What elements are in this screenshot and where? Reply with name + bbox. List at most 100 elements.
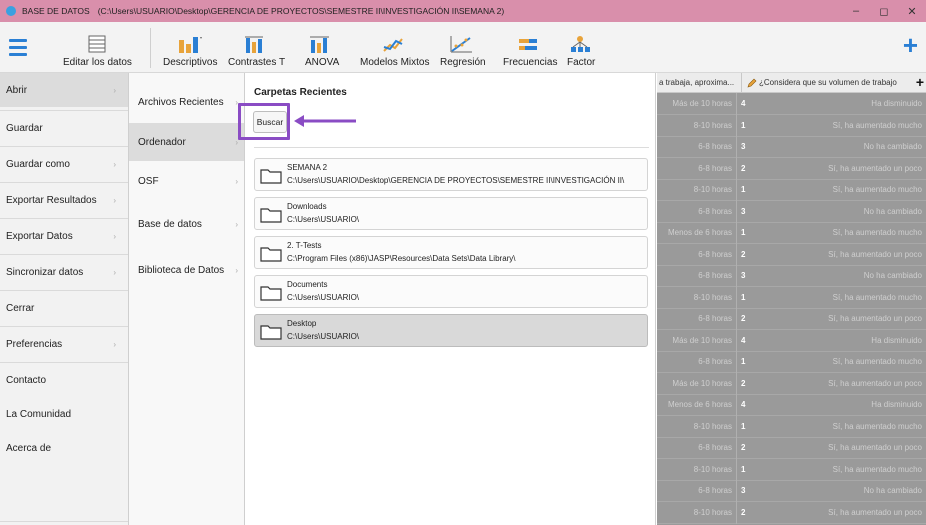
table-row[interactable]: 6-8 horas 2 Sí, ha aumentado un poco: [657, 308, 926, 330]
table-cell[interactable]: 8-10 horas: [657, 415, 737, 438]
table-cell[interactable]: No ha cambiado: [752, 201, 922, 223]
table-cell[interactable]: 6-8 horas: [657, 437, 737, 459]
column-header[interactable]: a trabaja, aproxima...: [657, 73, 742, 93]
edit-data-button[interactable]: Editar los datos: [63, 22, 132, 73]
table-cell[interactable]: 1: [738, 459, 748, 481]
table-cell[interactable]: Más de 10 horas: [657, 329, 737, 352]
table-cell[interactable]: 8-10 horas: [657, 286, 737, 309]
table-cell[interactable]: No ha cambiado: [752, 265, 922, 287]
menu-item-export-results[interactable]: Exportar Resultados ›: [0, 183, 128, 217]
maximize-button[interactable]: ◻: [870, 0, 898, 22]
submenu-item-recent-files[interactable]: Archivos Recientes ›: [129, 83, 244, 121]
frequencies-button[interactable]: Frecuencias: [503, 22, 557, 73]
table-cell[interactable]: 6-8 horas: [657, 308, 737, 330]
table-cell[interactable]: No ha cambiado: [752, 480, 922, 502]
table-cell[interactable]: 2: [738, 244, 748, 266]
table-cell[interactable]: Más de 10 horas: [657, 372, 737, 395]
table-cell[interactable]: Sí, ha aumentado mucho: [752, 222, 922, 244]
table-cell[interactable]: 6-8 horas: [657, 136, 737, 158]
table-cell[interactable]: 6-8 horas: [657, 265, 737, 287]
table-cell[interactable]: Sí, ha aumentado mucho: [752, 459, 922, 481]
table-cell[interactable]: 2: [738, 373, 748, 395]
table-cell[interactable]: 1: [738, 287, 748, 309]
table-cell[interactable]: 2: [738, 502, 748, 524]
descriptives-button[interactable]: Descriptivos: [163, 22, 217, 73]
table-cell[interactable]: Sí, ha aumentado un poco: [752, 244, 922, 266]
menu-item-close[interactable]: Cerrar: [0, 291, 128, 325]
table-cell[interactable]: 6-8 horas: [657, 200, 737, 223]
table-row[interactable]: Menos de 6 horas 1 Sí, ha aumentado mucho: [657, 222, 926, 244]
table-row[interactable]: 6-8 horas 1 Sí, ha aumentado mucho: [657, 351, 926, 373]
menu-item-contact[interactable]: Contacto: [0, 363, 128, 397]
table-cell[interactable]: Sí, ha aumentado mucho: [752, 287, 922, 309]
table-row[interactable]: 8-10 horas 1 Sí, ha aumentado mucho: [657, 114, 926, 137]
table-cell[interactable]: 6-8 horas: [657, 351, 737, 373]
table-cell[interactable]: 2: [738, 437, 748, 459]
recent-folder-item[interactable]: 2. T-Tests C:\Program Files (x86)\JASP\R…: [254, 236, 648, 269]
hamburger-menu-icon[interactable]: [0, 22, 36, 73]
column-header[interactable]: ¿Considera que su volumen de trabajo: [743, 73, 926, 93]
table-cell[interactable]: Sí, ha aumentado mucho: [752, 351, 922, 373]
table-row[interactable]: 6-8 horas 3 No ha cambiado: [657, 480, 926, 502]
submenu-item-data-library[interactable]: Biblioteca de Datos ›: [129, 251, 244, 289]
submenu-item-database[interactable]: Base de datos ›: [129, 205, 244, 243]
table-cell[interactable]: No ha cambiado: [752, 136, 922, 158]
table-cell[interactable]: Sí, ha aumentado un poco: [752, 502, 922, 524]
table-cell[interactable]: 6-8 horas: [657, 480, 737, 502]
menu-item-preferences[interactable]: Preferencias ›: [0, 327, 128, 361]
table-cell[interactable]: 8-10 horas: [657, 114, 737, 137]
table-row[interactable]: 8-10 horas 2 Sí, ha aumentado un poco: [657, 501, 926, 524]
menu-item-save[interactable]: Guardar: [0, 111, 128, 145]
table-cell[interactable]: 1: [738, 351, 748, 373]
menu-item-save-as[interactable]: Guardar como ›: [0, 147, 128, 181]
table-cell[interactable]: 4: [738, 330, 748, 352]
menu-item-export-data[interactable]: Exportar Datos ›: [0, 219, 128, 253]
regression-button[interactable]: Regresión: [440, 22, 486, 73]
table-cell[interactable]: Ha disminuido: [752, 93, 922, 115]
recent-folder-item[interactable]: Desktop C:\Users\USUARIO\: [254, 314, 648, 347]
submenu-item-osf[interactable]: OSF ›: [129, 162, 244, 200]
table-cell[interactable]: 1: [738, 416, 748, 438]
recent-folder-item[interactable]: SEMANA 2 C:\Users\USUARIO\Desktop\GERENC…: [254, 158, 648, 191]
table-cell[interactable]: Ha disminuido: [752, 330, 922, 352]
add-column-icon[interactable]: +: [916, 74, 924, 90]
close-button[interactable]: ✕: [898, 0, 926, 22]
mixed-models-button[interactable]: Modelos Mixtos: [360, 22, 429, 73]
table-cell[interactable]: 2: [738, 158, 748, 180]
menu-item-sync-data[interactable]: Sincronizar datos ›: [0, 255, 128, 289]
table-cell[interactable]: 6-8 horas: [657, 157, 737, 180]
minimize-button[interactable]: –: [842, 0, 870, 22]
recent-folder-item[interactable]: Downloads C:\Users\USUARIO\: [254, 197, 648, 230]
table-cell[interactable]: 3: [738, 136, 748, 158]
table-cell[interactable]: Más de 10 horas: [657, 93, 737, 115]
table-cell[interactable]: Menos de 6 horas: [657, 222, 737, 244]
table-cell[interactable]: 6-8 horas: [657, 243, 737, 266]
anova-button[interactable]: ANOVA: [305, 22, 339, 73]
table-row[interactable]: 6-8 horas 2 Sí, ha aumentado un poco: [657, 157, 926, 180]
table-row[interactable]: 8-10 horas 1 Sí, ha aumentado mucho: [657, 458, 926, 481]
table-cell[interactable]: 3: [738, 201, 748, 223]
menu-item-about[interactable]: Acerca de: [0, 431, 128, 465]
factor-button[interactable]: Factor: [567, 22, 595, 73]
menu-item-open[interactable]: Abrir ›: [0, 73, 128, 107]
table-row[interactable]: 6-8 horas 2 Sí, ha aumentado un poco: [657, 243, 926, 266]
table-cell[interactable]: 1: [738, 115, 748, 137]
table-row[interactable]: 6-8 horas 3 No ha cambiado: [657, 200, 926, 223]
table-row[interactable]: Más de 10 horas 4 Ha disminuido: [657, 93, 926, 115]
table-row[interactable]: 6-8 horas 3 No ha cambiado: [657, 265, 926, 287]
table-cell[interactable]: Sí, ha aumentado mucho: [752, 115, 922, 137]
table-cell[interactable]: 3: [738, 265, 748, 287]
table-cell[interactable]: 8-10 horas: [657, 458, 737, 481]
table-row[interactable]: 8-10 horas 1 Sí, ha aumentado mucho: [657, 286, 926, 309]
table-row[interactable]: Menos de 6 horas 4 Ha disminuido: [657, 394, 926, 416]
table-cell[interactable]: 8-10 horas: [657, 501, 737, 524]
table-row[interactable]: 8-10 horas 1 Sí, ha aumentado mucho: [657, 179, 926, 201]
table-cell[interactable]: 3: [738, 480, 748, 502]
submenu-item-computer[interactable]: Ordenador ›: [129, 123, 244, 161]
table-cell[interactable]: 4: [738, 93, 748, 115]
table-cell[interactable]: Sí, ha aumentado mucho: [752, 416, 922, 438]
table-cell[interactable]: 1: [738, 179, 748, 201]
table-cell[interactable]: Sí, ha aumentado mucho: [752, 179, 922, 201]
table-cell[interactable]: Ha disminuido: [752, 394, 922, 416]
table-cell[interactable]: 4: [738, 394, 748, 416]
